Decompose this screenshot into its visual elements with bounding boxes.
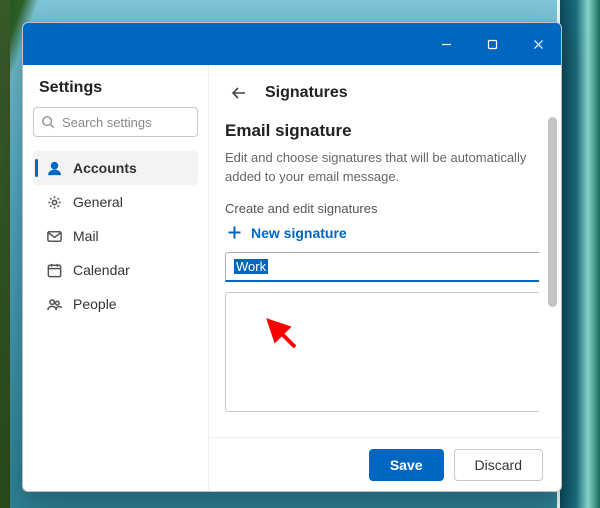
sidebar-item-people[interactable]: People (33, 287, 198, 321)
sidebar-item-calendar[interactable]: Calendar (33, 253, 198, 287)
sidebar-item-accounts[interactable]: Accounts (33, 151, 198, 185)
gear-icon (45, 193, 63, 211)
sidebar-item-label: Mail (73, 228, 99, 244)
scrollbar-thumb[interactable] (548, 117, 557, 307)
section-subheading: Create and edit signatures (225, 201, 539, 216)
new-signature-button[interactable]: New signature (225, 224, 539, 242)
signature-name-value: Work (234, 259, 268, 274)
minimize-button[interactable] (423, 23, 469, 65)
sidebar-item-label: Accounts (73, 160, 137, 176)
search-settings-field[interactable] (33, 107, 198, 137)
close-button[interactable] (515, 23, 561, 65)
person-icon (45, 159, 63, 177)
new-signature-label: New signature (251, 225, 347, 241)
search-icon (41, 115, 55, 129)
sidebar-item-label: People (73, 296, 117, 312)
save-button[interactable]: Save (369, 449, 444, 481)
mail-icon (45, 227, 63, 245)
sidebar-title: Settings (33, 79, 198, 97)
main-panel: Signatures Email signature Edit and choo… (209, 65, 561, 491)
plus-icon (225, 224, 243, 242)
search-input[interactable] (33, 107, 198, 137)
page-title: Signatures (265, 84, 348, 102)
sidebar-item-label: General (73, 194, 123, 210)
close-icon (533, 39, 544, 50)
sidebar-nav: Accounts General Mail (33, 151, 198, 321)
discard-button[interactable]: Discard (454, 449, 543, 481)
sidebar: Settings Accounts Genera (23, 65, 209, 491)
back-button[interactable] (225, 79, 253, 107)
people-icon (45, 295, 63, 313)
section-title: Email signature (225, 121, 539, 141)
sidebar-item-general[interactable]: General (33, 185, 198, 219)
calendar-icon (45, 261, 63, 279)
arrow-left-icon (230, 84, 248, 102)
signature-body-editor[interactable] (225, 292, 539, 412)
section-description: Edit and choose signatures that will be … (225, 149, 539, 187)
main-header: Signatures (209, 65, 561, 115)
settings-window: Settings Accounts Genera (22, 22, 562, 492)
sidebar-item-label: Calendar (73, 262, 130, 278)
signature-name-input[interactable]: Work (225, 252, 539, 282)
content-scrollbar[interactable] (548, 117, 557, 425)
maximize-icon (487, 39, 498, 50)
content-scroll-area: Email signature Edit and choose signatur… (225, 121, 539, 437)
maximize-button[interactable] (469, 23, 515, 65)
title-bar (23, 23, 561, 65)
minimize-icon (441, 39, 452, 50)
sidebar-item-mail[interactable]: Mail (33, 219, 198, 253)
footer-actions: Save Discard (209, 437, 561, 491)
